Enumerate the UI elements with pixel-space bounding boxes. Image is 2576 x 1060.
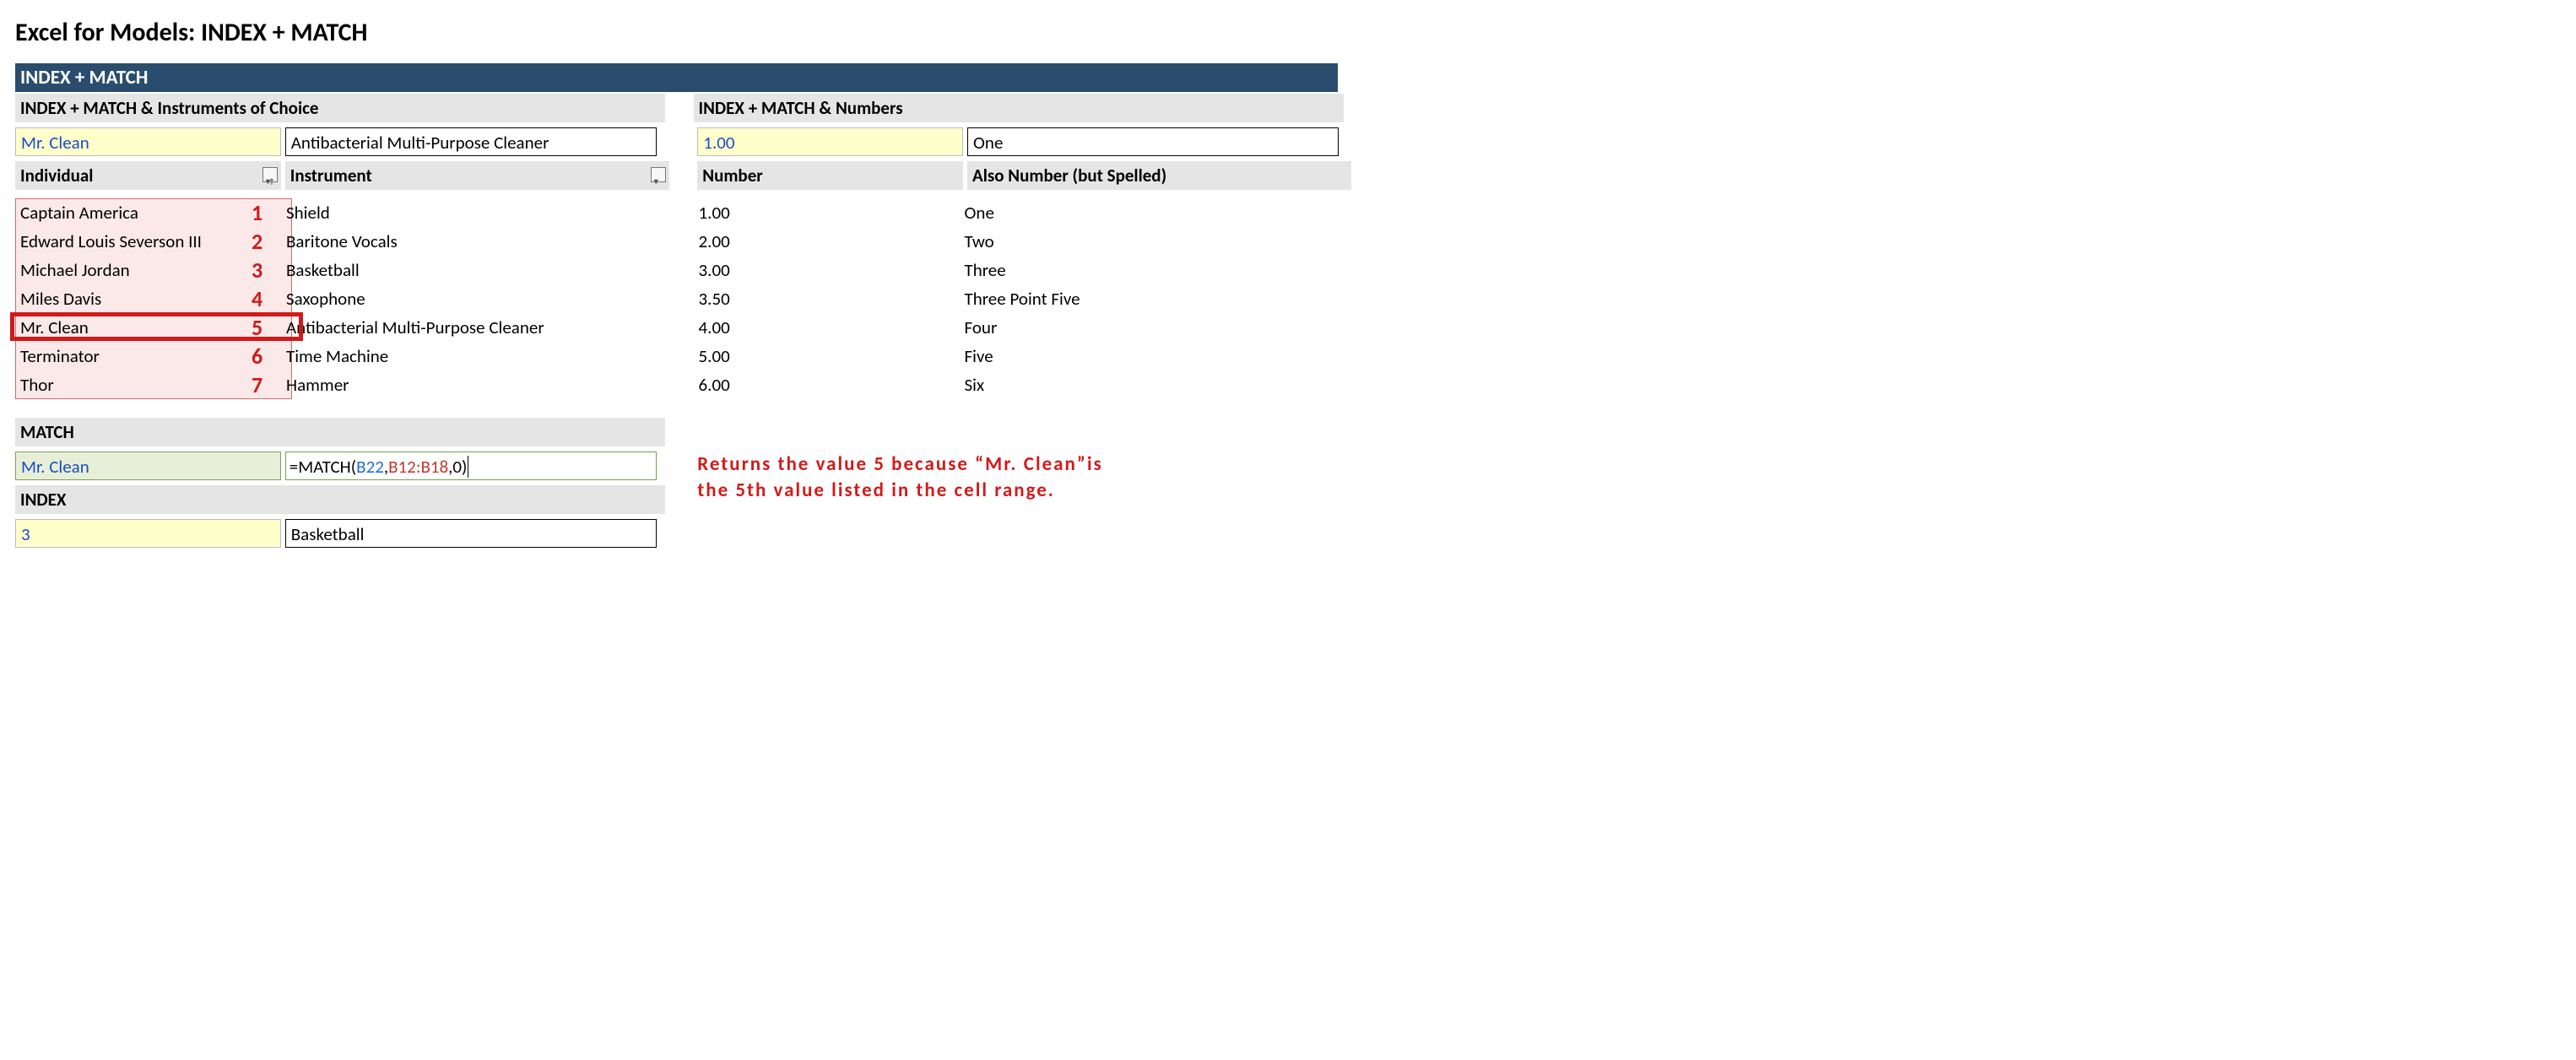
number-cell: 6.00 <box>694 370 960 399</box>
table-row: Michael Jordan3Basketball <box>15 256 665 284</box>
index-lookup-input[interactable]: 3 <box>15 519 281 548</box>
table-row: Terminator6Time Machine <box>15 342 665 370</box>
formula-text: =MATCH( <box>290 456 356 478</box>
table-row: 3.00Three <box>694 256 1344 284</box>
right-col2-header: Also Number (but Spelled) <box>967 161 1351 190</box>
spelled-cell: Two <box>960 227 1344 256</box>
page-title: Excel for Models: INDEX + MATCH <box>15 17 2561 48</box>
match-index-number: 1 <box>252 198 658 227</box>
individual-cell: Thor <box>15 370 281 399</box>
index-heading: INDEX <box>15 485 665 514</box>
spelled-cell: Four <box>960 313 1344 342</box>
match-index-number: 5 <box>252 313 658 342</box>
individual-cell: Mr. Clean <box>15 313 281 342</box>
table-row: 6.00Six <box>694 370 1344 399</box>
table-row: Edward Louis Severson III2Baritone Vocal… <box>15 227 665 256</box>
spelled-cell: One <box>960 198 1344 227</box>
individual-cell: Captain America <box>15 198 281 227</box>
explainer-note: Returns the value 5 because “Mr. Clean”i… <box>697 452 1347 504</box>
note-line1: Returns the value 5 because “Mr. Clean”i… <box>697 452 1103 476</box>
spelled-cell: Five <box>960 342 1344 370</box>
left-lookup-result: Antibacterial Multi-Purpose Cleaner <box>285 127 657 156</box>
spelled-cell: Three Point Five <box>960 284 1344 313</box>
left-col2-header-text: Instrument <box>290 165 372 187</box>
table-row: 2.00Two <box>694 227 1344 256</box>
match-heading: MATCH <box>15 418 665 446</box>
match-index-number: 6 <box>252 342 658 370</box>
number-cell: 4.00 <box>694 313 960 342</box>
table-row: 4.00Four <box>694 313 1344 342</box>
match-formula-cell[interactable]: =MATCH(B22,B12:B18,0) <box>285 452 657 480</box>
spelled-cell: Three <box>960 256 1344 284</box>
individual-cell: Miles Davis <box>15 284 281 313</box>
number-cell: 5.00 <box>694 342 960 370</box>
section-header-band: INDEX + MATCH <box>15 63 1338 92</box>
number-cell: 1.00 <box>694 198 960 227</box>
formula-post: ,0) <box>448 456 467 478</box>
left-col2-header: Instrument <box>285 161 669 190</box>
table-row: Thor7Hammer <box>15 370 665 399</box>
table-row: Mr. Clean5Antibacterial Multi-Purpose Cl… <box>15 313 665 342</box>
match-index-number: 4 <box>252 284 658 313</box>
individual-cell: Michael Jordan <box>15 256 281 284</box>
match-index-number: 7 <box>252 370 658 399</box>
table-row: Captain America1Shield <box>15 198 665 227</box>
left-lookup-key-input[interactable]: Mr. Clean <box>15 127 281 156</box>
left-col1-header: Individual <box>15 161 281 190</box>
filter-sort-icon[interactable] <box>262 167 278 182</box>
filter-icon[interactable] <box>651 167 666 182</box>
spelled-cell: Six <box>960 370 1344 399</box>
formula-arg2: B12:B18 <box>388 456 448 478</box>
right-lookup-result: One <box>967 127 1339 156</box>
number-cell: 3.00 <box>694 256 960 284</box>
note-line2: the 5th value listed in the cell range. <box>697 479 1055 502</box>
match-lookup-input[interactable]: Mr. Clean <box>15 452 281 480</box>
number-cell: 2.00 <box>694 227 960 256</box>
left-col1-header-text: Individual <box>20 165 93 187</box>
table-row: 3.50Three Point Five <box>694 284 1344 313</box>
table-row: 1.00One <box>694 198 1344 227</box>
match-index-number: 2 <box>252 227 658 256</box>
number-cell: 3.50 <box>694 284 960 313</box>
right-col1-header: Number <box>697 161 963 190</box>
left-subheading: INDEX + MATCH & Instruments of Choice <box>15 94 665 122</box>
right-lookup-key-input[interactable]: 1.00 <box>697 127 963 156</box>
individual-cell: Terminator <box>15 342 281 370</box>
right-subheading: INDEX + MATCH & Numbers <box>694 94 1344 122</box>
formula-arg1: B22 <box>356 456 384 478</box>
individual-cell: Edward Louis Severson III <box>15 227 281 256</box>
match-index-number: 3 <box>252 256 658 284</box>
table-row: 5.00Five <box>694 342 1344 370</box>
table-row: Miles Davis4Saxophone <box>15 284 665 313</box>
index-result: Basketball <box>285 519 657 548</box>
